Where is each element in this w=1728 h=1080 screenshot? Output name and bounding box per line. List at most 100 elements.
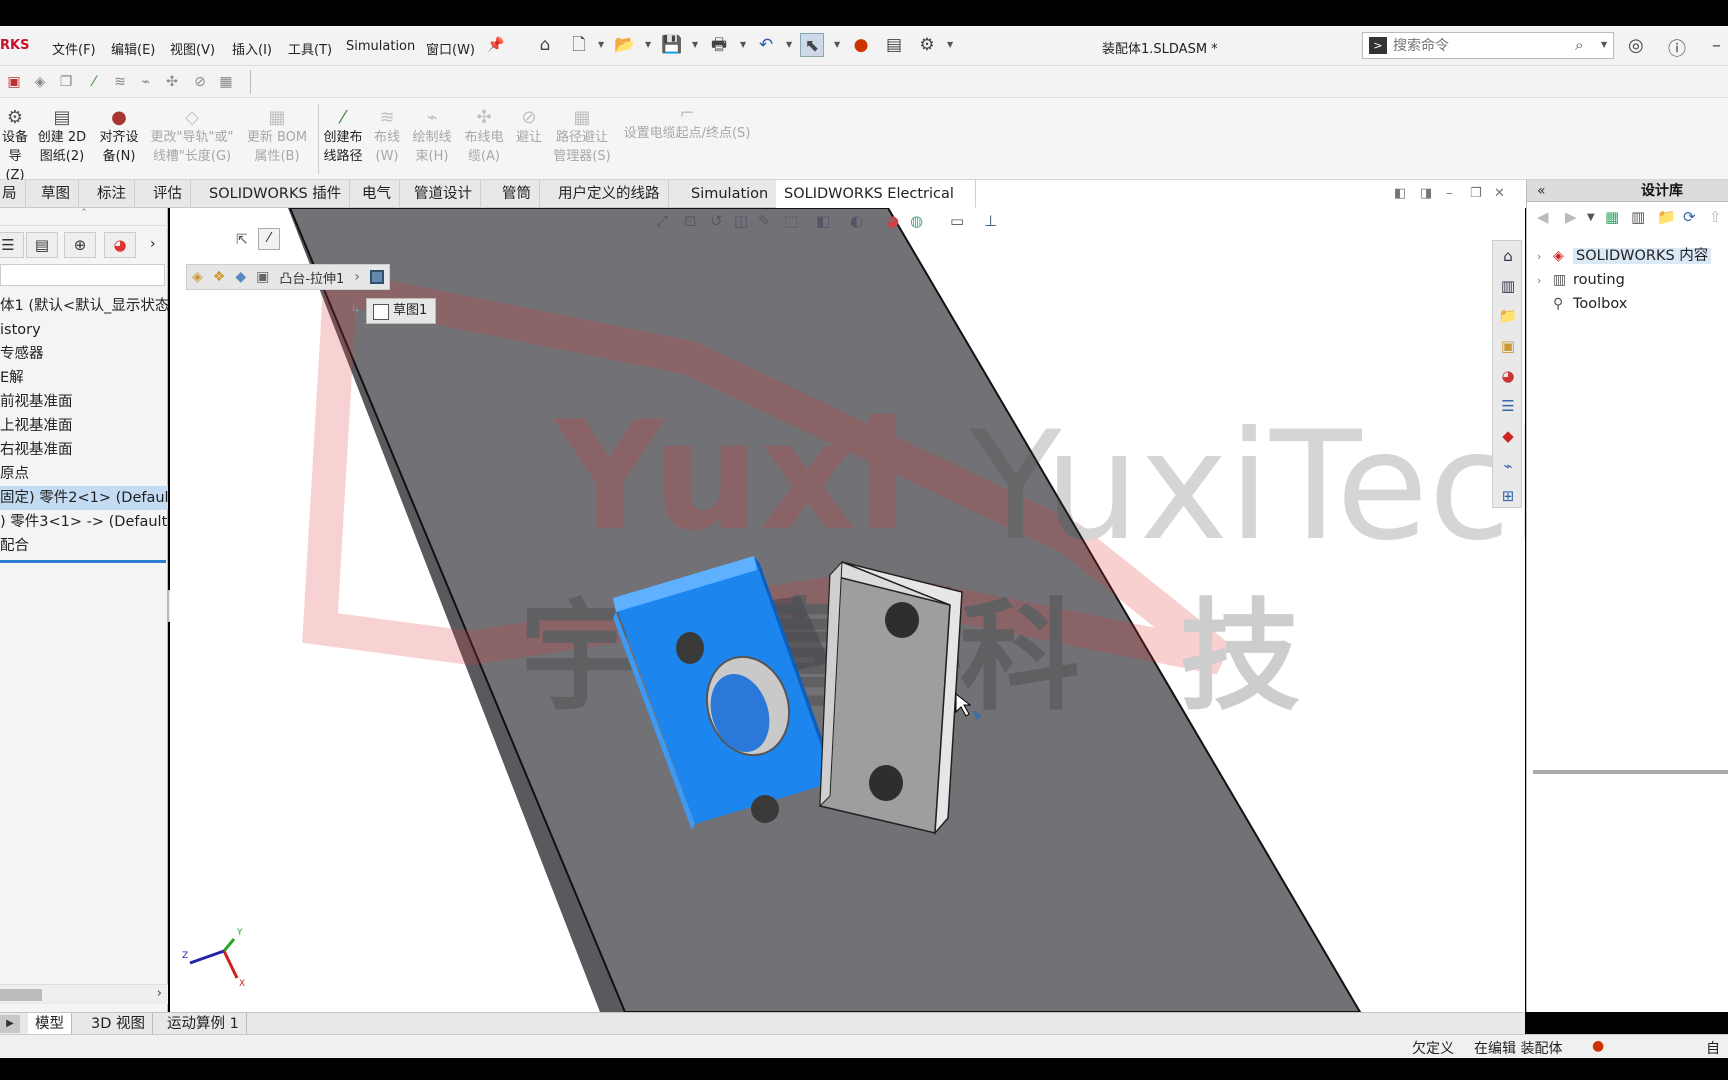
minimize-icon[interactable]: – <box>1712 35 1721 56</box>
chevron-down-icon[interactable]: ▼ <box>1587 212 1595 223</box>
open-folder-icon[interactable]: 📂 <box>613 33 637 57</box>
dynamic-annotation-icon[interactable]: ✎ <box>758 212 771 230</box>
edit-appearance-icon[interactable]: ◕ <box>886 212 899 230</box>
library-item-toolbox[interactable]: ⚲ Toolbox <box>1537 292 1627 316</box>
forward-icon[interactable]: ▶ <box>1565 208 1577 226</box>
solidworks-resources-icon[interactable]: ⌂ <box>1497 245 1519 267</box>
tab-tubing[interactable]: 管筒 <box>494 180 540 208</box>
user-account-icon[interactable]: ◎ <box>1628 35 1644 56</box>
menu-window[interactable]: 窗口(W) <box>426 39 475 58</box>
tree-item-annotations[interactable]: E解 <box>0 366 168 390</box>
horizontal-scrollbar[interactable]: › <box>0 984 168 1004</box>
chevron-down-icon[interactable]: ▼ <box>645 40 651 49</box>
component-icon[interactable]: ❖ <box>213 269 226 285</box>
zoom-to-fit-icon[interactable]: ⤢ <box>656 212 668 230</box>
options-gear-icon[interactable]: ⚙ <box>915 33 939 57</box>
split-icon[interactable]: ✣ <box>162 72 182 92</box>
panel-collapse-handle[interactable]: ⌃ <box>0 208 168 226</box>
property-manager-tab-icon[interactable]: ▤ <box>26 232 58 258</box>
library-item-solidworks-content[interactable]: › ◈ SOLIDWORKS 内容 <box>1537 244 1712 268</box>
tree-item-part3[interactable]: ) 零件3<1> -> (Default< <box>0 510 168 534</box>
chevron-down-icon[interactable]: ▼ <box>598 40 604 49</box>
tab-electrical[interactable]: 电气 <box>354 180 400 208</box>
assembly-icon[interactable]: ▣ <box>4 72 24 92</box>
triad-icon[interactable]: ⊥ <box>984 212 997 230</box>
chevron-down-icon[interactable]: ▼ <box>786 40 792 49</box>
zoom-area-icon[interactable]: ⊡ <box>684 212 697 230</box>
tab-layout[interactable]: 局 <box>0 180 26 208</box>
chevron-right-icon[interactable]: › <box>150 236 156 252</box>
tree-item-front-plane[interactable]: 前视基准面 <box>0 390 168 414</box>
minimize-icon[interactable]: – <box>1446 186 1453 201</box>
tab-markup[interactable]: 标注 <box>89 180 135 208</box>
tab-evaluate[interactable]: 评估 <box>145 180 191 208</box>
menu-edit[interactable]: 编辑(E) <box>111 39 155 58</box>
tab-model[interactable]: 模型 <box>28 1013 72 1035</box>
ribbon-avoidance-manager-button[interactable]: ▦ 路径避让 管理器(S) <box>550 108 614 166</box>
tab-sketch[interactable]: 草图 <box>33 180 79 208</box>
harness-icon[interactable]: ⌁ <box>136 72 156 92</box>
close-icon[interactable]: ✕ <box>1494 186 1505 201</box>
home-icon[interactable]: ⌂ <box>533 33 557 57</box>
table-icon[interactable]: ▦ <box>216 72 236 92</box>
undo-icon[interactable]: ↶ <box>754 33 778 57</box>
feature-tree-tab-icon[interactable]: ☰ <box>0 232 24 258</box>
routing-library-icon[interactable]: ⊞ <box>1497 485 1519 507</box>
copy-icon[interactable]: ❐ <box>56 72 76 92</box>
ribbon-change-rail-length-button[interactable]: ◇ 更改"导轨"或" 线槽"长度(G) <box>148 108 236 166</box>
ribbon-draw-harness-button[interactable]: ⌁ 绘制线 束(H) <box>408 108 456 166</box>
menu-simulation[interactable]: Simulation <box>346 39 415 54</box>
ribbon-create-2d-drawing-button[interactable]: ▤ 创建 2D 图纸(2) <box>36 108 88 166</box>
restore-icon[interactable]: ❐ <box>1470 186 1482 201</box>
command-search[interactable]: > ⌕ ▼ <box>1362 32 1614 59</box>
appearances-icon[interactable]: ◕ <box>1497 365 1519 387</box>
tab-piping[interactable]: 管道设计 <box>406 180 481 208</box>
chevron-down-icon[interactable]: ▼ <box>834 40 840 49</box>
tab-scroll-icon[interactable]: ▶ <box>0 1015 20 1033</box>
scrollbar-thumb[interactable] <box>0 989 42 1001</box>
route-icon[interactable]: ⁄ <box>84 72 104 92</box>
extrude-icon[interactable]: ▣ <box>256 269 269 285</box>
add-to-library-icon[interactable]: ▦ <box>1605 208 1619 226</box>
assembly-icon[interactable]: ◈ <box>192 269 203 285</box>
tree-item-right-plane[interactable]: 右视基准面 <box>0 438 168 462</box>
tree-item-assembly[interactable]: 体1 (默认<默认_显示状态 <box>0 294 168 318</box>
tree-filter-input[interactable] <box>0 264 165 286</box>
save-icon[interactable]: 💾 <box>660 33 684 57</box>
sketch-square-icon[interactable] <box>369 270 384 284</box>
view-orientation-icon[interactable]: ⬚ <box>784 212 798 230</box>
component-icon[interactable]: ◈ <box>30 72 50 92</box>
chevron-down-icon[interactable]: ▼ <box>740 40 746 49</box>
tree-item-mates[interactable]: 配合 <box>0 534 168 558</box>
apply-scene-icon[interactable]: ◍ <box>910 212 923 230</box>
tab-3d-views[interactable]: 3D 视图 <box>84 1013 153 1035</box>
chevron-down-icon[interactable]: ▼ <box>1601 40 1607 49</box>
tree-item-history[interactable]: istory <box>0 318 168 342</box>
display-style-icon[interactable]: ◧ <box>816 212 830 230</box>
tree-item-part2[interactable]: 固定) 零件2<1> (Default <box>0 486 168 510</box>
tab-motion-study[interactable]: 运动算例 1 <box>160 1013 247 1035</box>
pin-icon[interactable]: 📌 <box>484 33 508 57</box>
section-view-icon[interactable]: ◫ <box>734 212 748 230</box>
search-icon[interactable]: ⌕ <box>1575 36 1583 54</box>
expand-icon[interactable]: › <box>1537 269 1553 293</box>
help-icon[interactable]: ⓘ <box>1668 35 1686 61</box>
view-settings-icon[interactable]: ▭ <box>950 212 964 230</box>
rebuild-indicator-icon[interactable]: ● <box>1592 1038 1604 1054</box>
create-folder-icon[interactable]: 📁 <box>1657 208 1676 226</box>
add-file-location-icon[interactable]: ▥ <box>1631 208 1645 226</box>
rollback-bar[interactable] <box>0 560 166 563</box>
breadcrumb-feature[interactable]: 凸台-拉伸1 <box>279 268 344 287</box>
collapse-pane-icon[interactable]: « <box>1537 180 1546 202</box>
previous-view-icon[interactable]: ↺ <box>710 212 723 230</box>
ribbon-route-cable-button[interactable]: ✣ 布线电 缆(A) <box>460 108 508 166</box>
file-properties-icon[interactable]: ▤ <box>882 33 906 57</box>
tab-addins[interactable]: SOLIDWORKS 插件 <box>201 180 351 208</box>
tree-item-origin[interactable]: 原点 <box>0 462 168 486</box>
ribbon-create-route-path-button[interactable]: ⁄ 创建布 线路径 <box>320 108 366 166</box>
view-palette-icon[interactable]: ▣ <box>1497 335 1519 357</box>
file-explorer-icon[interactable]: 📁 <box>1497 305 1519 327</box>
ribbon-update-bom-button[interactable]: ▦ 更新 BOM 属性(B) <box>242 108 312 166</box>
menu-tools[interactable]: 工具(T) <box>288 39 332 58</box>
solidworks-forum-icon[interactable]: ◆ <box>1497 425 1519 447</box>
